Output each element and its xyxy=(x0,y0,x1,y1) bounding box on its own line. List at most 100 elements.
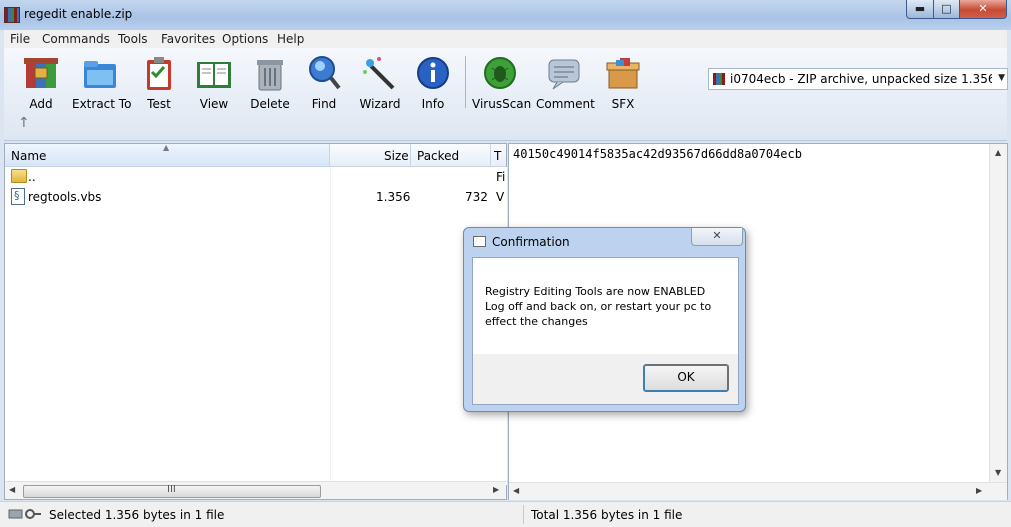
dialog-titlebar[interactable]: Confirmation ✕ xyxy=(464,228,745,256)
minimize-icon: ▬ xyxy=(914,2,926,15)
info-label: Info xyxy=(421,97,445,111)
sort-ascending-icon: ▲ xyxy=(163,143,170,152)
confirmation-dialog: Confirmation ✕ Registry Editing Tools ar… xyxy=(463,227,746,412)
archive-icon xyxy=(713,73,725,85)
sfx-label: SFX xyxy=(611,97,635,111)
script-file-icon xyxy=(11,188,25,205)
menu-file[interactable]: File xyxy=(10,32,30,46)
comment-button[interactable]: Comment xyxy=(536,54,595,111)
file-row-regtools[interactable]: regtools.vbs 1.356 732 V xyxy=(5,187,506,207)
virusscan-bug-icon xyxy=(481,54,519,92)
status-selected: Selected 1.356 bytes in 1 file xyxy=(49,508,225,522)
toolbar-separator xyxy=(465,56,466,108)
file-packed: 732 xyxy=(465,190,488,204)
ok-button[interactable]: OK xyxy=(643,364,729,392)
find-label: Find xyxy=(311,97,337,111)
view-label: View xyxy=(199,97,229,111)
scrollbar-grip-icon: III xyxy=(167,484,176,495)
info-icon xyxy=(414,54,452,92)
column-divider xyxy=(410,144,411,166)
column-divider xyxy=(490,144,491,166)
window-titlebar[interactable]: regedit enable.zip ▬ □ ✕ xyxy=(0,0,1011,30)
dialog-window-icon xyxy=(473,236,486,247)
file-name: regtools.vbs xyxy=(28,190,102,204)
scroll-up-icon[interactable]: ▲ xyxy=(995,148,1001,157)
view-button[interactable]: View xyxy=(192,54,236,111)
view-book-icon xyxy=(195,54,233,92)
file-row-parent[interactable]: .. Fi xyxy=(5,167,506,187)
add-archive-icon xyxy=(22,54,60,92)
scroll-right-icon[interactable]: ▶ xyxy=(976,486,982,495)
archive-path-dropdown[interactable]: i0704ecb - ZIP archive, unpacked size 1.… xyxy=(708,68,1008,90)
up-one-level-icon[interactable]: ↑ xyxy=(18,115,30,131)
menu-help[interactable]: Help xyxy=(277,32,304,46)
status-bar: Selected 1.356 bytes in 1 file Total 1.3… xyxy=(0,501,1011,527)
dialog-close-button[interactable]: ✕ xyxy=(691,228,743,246)
delete-button[interactable]: Delete xyxy=(248,54,292,111)
info-button[interactable]: Info xyxy=(414,54,452,111)
wizard-wand-icon xyxy=(361,54,399,92)
delete-label: Delete xyxy=(250,97,290,111)
virusscan-button[interactable]: VirusScan xyxy=(472,54,532,111)
file-type: Fi xyxy=(496,170,506,184)
minimize-button[interactable]: ▬ xyxy=(906,0,934,19)
scroll-left-icon[interactable]: ◀ xyxy=(513,486,519,495)
add-button[interactable]: Add xyxy=(18,54,64,111)
close-icon: ✕ xyxy=(978,2,988,15)
menu-bar: File Commands Tools Favorites Options He… xyxy=(4,30,1007,48)
menu-commands[interactable]: Commands xyxy=(42,32,110,46)
delete-trash-icon xyxy=(251,54,289,92)
column-name-label: Name xyxy=(11,149,47,163)
dialog-message-line: Registry Editing Tools are now ENABLED xyxy=(485,285,706,298)
dialog-message-area: Registry Editing Tools are now ENABLED L… xyxy=(473,258,738,354)
status-divider xyxy=(523,505,524,524)
name-column-area xyxy=(5,167,329,485)
test-label: Test xyxy=(147,97,171,111)
scroll-left-icon[interactable]: ◀ xyxy=(9,485,15,494)
dialog-message-line: Log off and back on, or restart your pc … xyxy=(485,300,712,313)
archive-path-text: i0704ecb - ZIP archive, unpacked size 1.… xyxy=(730,72,992,86)
sfx-button[interactable]: SFX xyxy=(603,54,643,111)
drive-key-icon xyxy=(8,508,42,520)
scrollbar-thumb[interactable]: III xyxy=(23,484,321,498)
comment-label: Comment xyxy=(536,97,595,111)
dialog-body: Registry Editing Tools are now ENABLED L… xyxy=(472,257,739,405)
maximize-icon: □ xyxy=(941,2,952,15)
menu-tools[interactable]: Tools xyxy=(118,32,148,46)
comment-vertical-scrollbar[interactable]: ▲ ▼ xyxy=(989,144,1007,482)
file-list[interactable]: Name ▲ Size Packed T .. Fi regtools.vbs … xyxy=(4,143,507,500)
file-name: .. xyxy=(28,170,36,184)
menu-favorites[interactable]: Favorites xyxy=(161,32,215,46)
file-size: 1.356 xyxy=(376,190,411,204)
comment-icon xyxy=(545,54,583,92)
dialog-title: Confirmation xyxy=(492,235,570,249)
dropdown-arrow-icon[interactable]: ▼ xyxy=(998,73,1005,83)
menu-options[interactable]: Options xyxy=(222,32,268,46)
dialog-message-line: effect the changes xyxy=(485,315,588,328)
comment-horizontal-scrollbar[interactable]: ◀ ▶ xyxy=(509,482,1007,500)
status-total: Total 1.356 bytes in 1 file xyxy=(531,508,683,522)
test-button[interactable]: Test xyxy=(139,54,179,111)
column-packed[interactable]: Packed xyxy=(417,149,459,163)
extract-to-label: Extract To xyxy=(72,97,132,111)
sfx-box-icon xyxy=(604,54,642,92)
close-button[interactable]: ✕ xyxy=(959,0,1007,19)
scroll-right-icon[interactable]: ▶ xyxy=(493,485,499,494)
toolbar: Add Extract To Test View Delete Find Wiz… xyxy=(4,48,1008,141)
file-type: V xyxy=(496,190,505,204)
column-type[interactable]: T xyxy=(494,149,501,163)
column-name[interactable]: Name ▲ xyxy=(5,143,330,166)
extract-folder-icon xyxy=(81,54,119,92)
file-list-header: Name ▲ Size Packed T xyxy=(5,143,506,167)
column-size[interactable]: Size xyxy=(384,149,409,163)
find-magnifier-icon xyxy=(305,54,343,92)
scroll-down-icon[interactable]: ▼ xyxy=(995,468,1001,477)
winrar-icon xyxy=(4,7,20,23)
find-button[interactable]: Find xyxy=(305,54,343,111)
wizard-button[interactable]: Wizard xyxy=(358,54,402,111)
extract-to-button[interactable]: Extract To xyxy=(72,54,132,111)
maximize-button[interactable]: □ xyxy=(933,0,960,19)
file-list-horizontal-scrollbar[interactable]: ◀ III ▶ xyxy=(5,481,506,499)
virusscan-label: VirusScan xyxy=(472,97,532,111)
add-label: Add xyxy=(29,97,53,111)
